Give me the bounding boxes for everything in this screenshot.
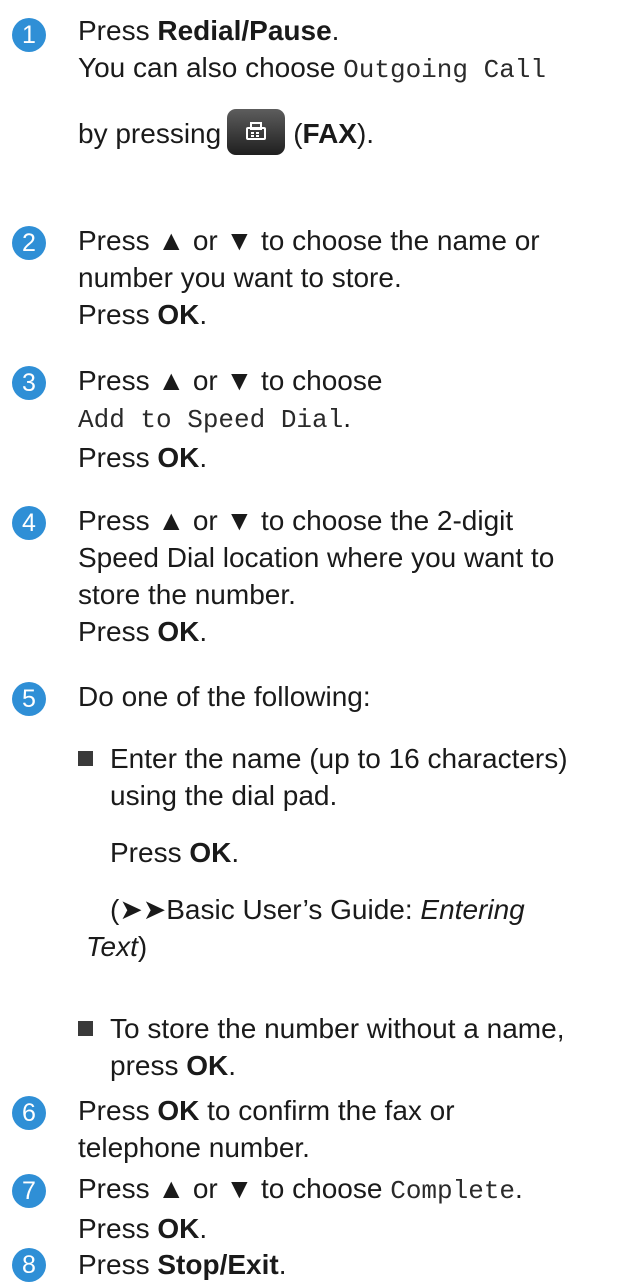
step-text: Add to Speed Dial. [78, 402, 352, 435]
button-label: OK [157, 1213, 200, 1244]
step-text: Press Stop/Exit. [78, 1249, 287, 1280]
step-number-badge: 8 [12, 1248, 46, 1282]
lcd-option: Complete [390, 1176, 516, 1206]
button-label: OK [157, 442, 200, 473]
step-number-badge: 7 [12, 1174, 46, 1208]
step-number-badge: 3 [12, 366, 46, 400]
step-text: Press OK. [78, 442, 208, 473]
step-body: Press ▲ or ▼ to choose the name or numbe… [78, 222, 617, 333]
button-label: Stop/Exit [157, 1249, 279, 1280]
step-text: by pressing (FAX). [78, 108, 617, 159]
step-text: Speed Dial location where you want to [78, 542, 555, 573]
step-text: Press OK. [78, 616, 208, 647]
step-text: Enter the name (up to 16 characters) [110, 743, 568, 774]
step-text: press OK. [110, 1050, 237, 1081]
step-text: Press Redial/Pause. [78, 15, 340, 46]
step-text: number you want to store. [78, 262, 402, 293]
list-item: To store the number without a name, pres… [78, 1010, 617, 1084]
button-label: OK [186, 1050, 229, 1081]
button-label: FAX [302, 118, 357, 149]
list-item: Enter the name (up to 16 characters) usi… [78, 740, 617, 965]
step-body: Press ▲ or ▼ to choose the 2-digit Speed… [78, 502, 617, 650]
step-body: Press Redial/Pause. You can also choose … [78, 12, 617, 159]
reference-text: Text) [86, 931, 148, 962]
step-number-badge: 4 [12, 506, 46, 540]
step-text: Press OK. [110, 837, 240, 868]
button-label: OK [157, 616, 200, 647]
step-text: using the dial pad. [110, 780, 338, 811]
lcd-option: Outgoing Call [343, 55, 547, 85]
reference-text: (➤➤Basic User’s Guide: Entering [110, 894, 525, 925]
step-body: Press ▲ or ▼ to choose Add to Speed Dial… [78, 362, 617, 476]
step-text: Press OK. [78, 1213, 208, 1244]
step-text: Do one of the following: [78, 681, 371, 712]
step-text: Press ▲ or ▼ to choose Complete. [78, 1173, 523, 1206]
step-text: store the number. [78, 579, 296, 610]
step-text: Press OK. [78, 299, 208, 330]
square-bullet-icon [78, 1021, 93, 1036]
step-text: telephone number. [78, 1132, 310, 1163]
button-label: OK [189, 837, 232, 868]
step-number-badge: 5 [12, 682, 46, 716]
step-body: Press OK to confirm the fax or telephone… [78, 1092, 617, 1166]
lcd-option: Add to Speed Dial [78, 405, 344, 435]
button-label: OK [157, 1095, 200, 1126]
step-number-badge: 6 [12, 1096, 46, 1130]
step-text: To store the number without a name, [110, 1013, 565, 1044]
step-number-badge: 2 [12, 226, 46, 260]
step-text: You can also choose Outgoing Call [78, 52, 547, 85]
step-body: Press ▲ or ▼ to choose Complete. Press O… [78, 1170, 617, 1247]
fax-icon [227, 108, 286, 155]
step-text: Press OK to confirm the fax or [78, 1095, 455, 1126]
step-body: Press Stop/Exit. [78, 1246, 617, 1283]
step-text: Press ▲ or ▼ to choose [78, 365, 383, 396]
step-text: Press ▲ or ▼ to choose the 2-digit [78, 505, 514, 536]
step-text: Press ▲ or ▼ to choose the name or [78, 225, 540, 256]
step-body: Do one of the following: [78, 678, 617, 715]
button-label: OK [157, 299, 200, 330]
button-label: Redial/Pause [157, 15, 332, 46]
step-number-badge: 1 [12, 18, 46, 52]
square-bullet-icon [78, 751, 93, 766]
